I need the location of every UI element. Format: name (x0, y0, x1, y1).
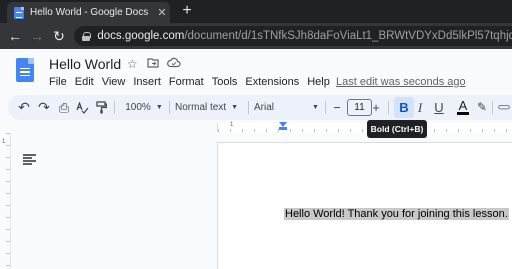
browser-tab[interactable]: Hello World - Google Docs ✕ (7, 2, 170, 23)
menu-view[interactable]: View (102, 76, 126, 88)
menu-format[interactable]: Format (169, 76, 204, 88)
forward-icon[interactable]: → (28, 27, 46, 45)
highlight-color-icon[interactable]: ✎ (474, 95, 490, 120)
menu-extensions[interactable]: Extensions (245, 76, 299, 88)
insert-link-icon[interactable]: ⊂⊃ (495, 95, 511, 120)
last-edit-link[interactable]: Last edit was seconds ago (336, 76, 466, 88)
cloud-saved-icon[interactable] (167, 57, 181, 71)
new-tab-button[interactable]: + (178, 2, 196, 20)
redo-icon[interactable]: ↷ (36, 95, 52, 120)
increase-font-size-button[interactable]: + (369, 95, 383, 120)
browser-tab-strip: Hello World - Google Docs ✕ + (0, 0, 512, 23)
tab-title: Hello World - Google Docs (30, 7, 149, 18)
selected-document-text[interactable]: Hello World! Thank you for joining this … (284, 208, 509, 220)
toolbar-divider (248, 101, 249, 114)
italic-button[interactable]: I (413, 95, 427, 120)
menu-tools[interactable]: Tools (212, 76, 238, 88)
menu-bar: File Edit View Insert Format Tools Exten… (49, 76, 338, 88)
underline-button[interactable]: U (432, 95, 446, 120)
ruler-number: 1 (230, 122, 234, 128)
paragraph-style-value: Normal text (175, 102, 227, 113)
reload-icon[interactable]: ↻ (50, 27, 68, 45)
menu-help[interactable]: Help (307, 76, 330, 88)
horizontal-ruler[interactable]: 1 (0, 122, 512, 133)
spellcheck-icon[interactable] (74, 95, 90, 120)
menu-insert[interactable]: Insert (133, 76, 161, 88)
toolbar-divider (114, 101, 115, 114)
menu-file[interactable]: File (49, 76, 67, 88)
tab-close-icon[interactable]: ✕ (154, 6, 170, 19)
docs-logo-icon[interactable] (16, 58, 34, 82)
back-icon[interactable]: ← (6, 27, 24, 45)
zoom-value: 100% (125, 102, 151, 113)
url-text: docs.google.com/document/d/1sTNfkSJh8daF… (97, 30, 512, 42)
browser-toolbar: ← → ↻ docs.google.com/document/d/1sTNfkS… (0, 23, 512, 49)
document-page[interactable] (217, 142, 512, 269)
docs-header: Hello World ☆ File Edit View Insert Form… (0, 49, 512, 94)
menu-edit[interactable]: Edit (75, 76, 94, 88)
url-path: /document/d/1sTNfkSJh8daFoViaLt1_BRWtVDY… (184, 30, 512, 42)
undo-icon[interactable]: ↶ (16, 95, 32, 120)
toolbar-divider (325, 101, 326, 114)
text-color-button[interactable]: A (456, 97, 470, 118)
url-host: docs.google.com (97, 30, 185, 42)
font-family-select[interactable]: Arial ▼ (254, 95, 322, 120)
ruler-number: 1 (2, 139, 6, 145)
zoom-select[interactable]: 100% ▼ (122, 95, 166, 120)
chevron-down-icon: ▼ (312, 104, 319, 111)
address-bar[interactable]: docs.google.com/document/d/1sTNfkSJh8daF… (74, 26, 512, 46)
bold-button[interactable]: B (394, 97, 414, 118)
toolbar-divider (169, 101, 170, 114)
paragraph-style-select[interactable]: Normal text ▼ (175, 95, 245, 120)
star-icon[interactable]: ☆ (127, 57, 138, 71)
font-family-value: Arial (254, 102, 275, 113)
vertical-ruler[interactable]: 1 (0, 133, 11, 269)
chevron-down-icon: ▼ (231, 104, 239, 111)
move-folder-icon[interactable] (147, 57, 159, 71)
paint-format-icon[interactable] (93, 95, 109, 120)
left-indent-marker[interactable] (279, 127, 287, 130)
decrease-font-size-button[interactable]: − (330, 95, 344, 120)
document-outline-icon[interactable] (23, 153, 36, 165)
docs-favicon-icon (14, 6, 24, 19)
chevron-down-icon: ▼ (155, 104, 163, 111)
formatting-toolbar: ↶ ↷ ⎙ 100% ▼ Normal text ▼ Arial ▼ − 11 + B… (8, 95, 512, 120)
ruler-track (217, 123, 512, 132)
bold-tooltip: Bold (Ctrl+B) (367, 120, 427, 138)
toolbar-divider (388, 101, 389, 114)
print-icon[interactable]: ⎙ (56, 95, 72, 120)
document-title[interactable]: Hello World (49, 56, 121, 72)
lock-icon[interactable] (82, 31, 92, 41)
toolbar-divider (492, 101, 493, 114)
